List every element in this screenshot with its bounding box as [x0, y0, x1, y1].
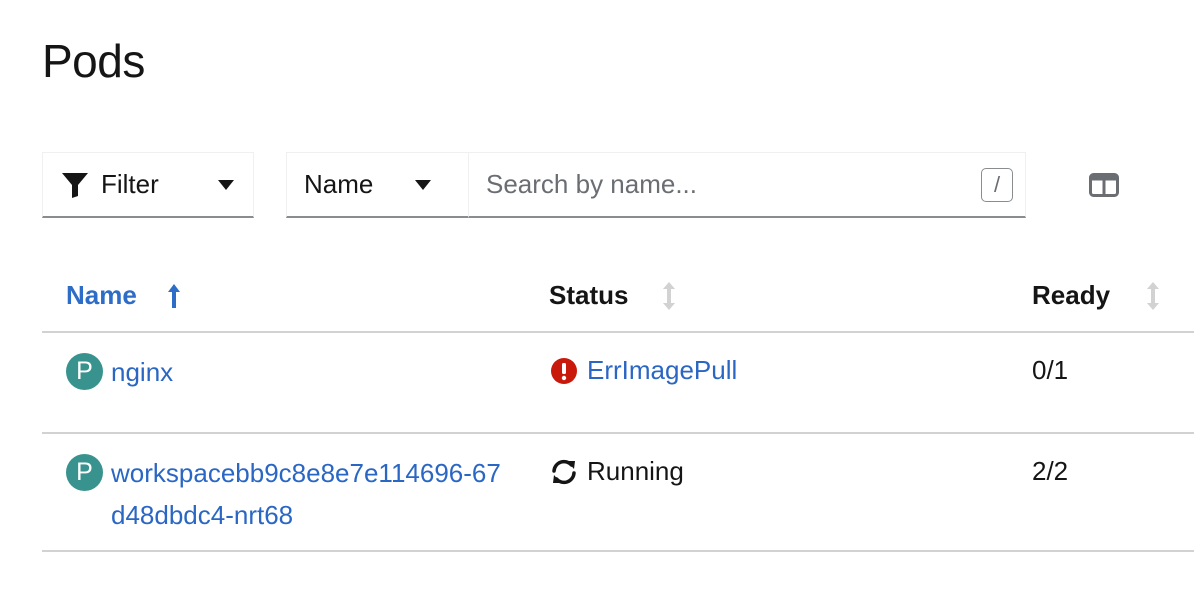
pod-name-cell: P nginx	[66, 353, 501, 393]
table-row: P workspacebb9c8e8e7e114696-67d48dbdc4-n…	[42, 434, 1194, 552]
column-header-label: Ready	[1032, 280, 1111, 310]
page-title: Pods	[42, 35, 145, 87]
column-header-ready[interactable]: Ready	[1032, 280, 1160, 311]
column-header-label: Name	[66, 280, 137, 310]
pod-ready-cell: 0/1	[1032, 355, 1069, 385]
pod-name-link[interactable]: workspacebb9c8e8e7e114696-67d48dbdc4-nrt…	[111, 452, 501, 536]
column-header-label: Status	[549, 280, 629, 310]
sort-ascending-icon	[167, 283, 180, 308]
column-header-status[interactable]: Status	[549, 280, 676, 311]
pod-resource-badge: P	[66, 454, 103, 491]
status-link[interactable]: ErrImagePull	[587, 355, 737, 386]
filter-dropdown-toggle[interactable]: Filter	[42, 152, 254, 218]
sort-icon	[663, 281, 676, 310]
sync-icon	[549, 457, 579, 487]
pod-status-cell: ErrImagePull	[549, 355, 737, 386]
table-row: P nginx ErrImagePull 0/1	[42, 333, 1194, 434]
attribute-select-label: Name	[304, 169, 374, 199]
pod-status-cell: Running	[549, 456, 684, 487]
pod-resource-badge: P	[66, 353, 103, 390]
column-header-name[interactable]: Name	[66, 280, 181, 311]
pod-name-link[interactable]: nginx	[111, 351, 501, 393]
caret-down-icon	[218, 179, 234, 190]
columns-icon	[1089, 173, 1119, 197]
keyboard-shortcut-hint: /	[981, 167, 1013, 202]
search-input[interactable]	[486, 164, 981, 205]
filter-icon	[62, 172, 88, 198]
pod-ready-cell: 2/2	[1032, 456, 1069, 486]
manage-columns-button[interactable]	[1084, 168, 1124, 202]
sort-icon	[1147, 281, 1160, 310]
search-box: /	[468, 152, 1026, 218]
pods-table: Name Status Ready P nginx ErrImagePull 0…	[42, 256, 1194, 552]
table-header: Name Status Ready	[42, 256, 1194, 333]
pods-page: Pods Filter Name / Name	[0, 0, 1194, 596]
exclamation-circle-icon	[549, 356, 579, 386]
filter-label: Filter	[101, 169, 159, 199]
caret-down-icon	[415, 179, 431, 190]
status-text: Running	[587, 456, 684, 486]
pod-name-cell: P workspacebb9c8e8e7e114696-67d48dbdc4-n…	[66, 454, 501, 536]
attribute-select[interactable]: Name	[286, 152, 469, 218]
